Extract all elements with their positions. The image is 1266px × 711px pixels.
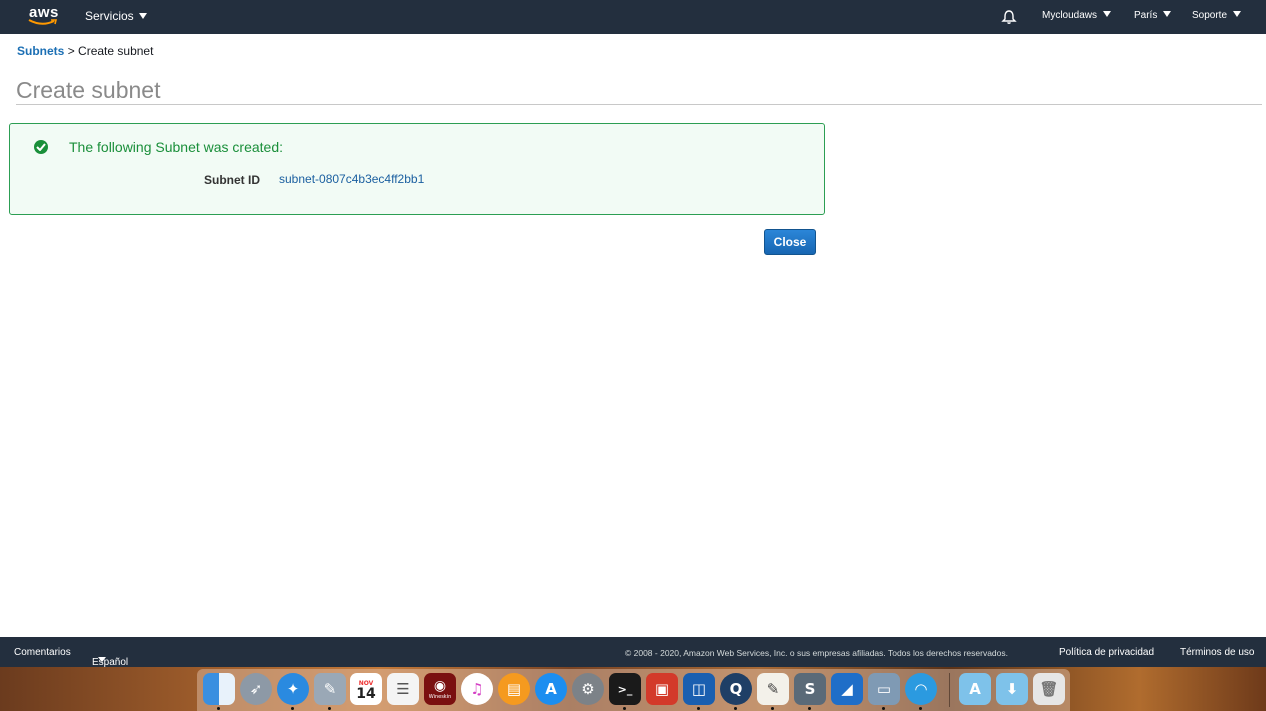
aws-smile-icon bbox=[28, 19, 58, 25]
breadcrumb: Subnets > Create subnet bbox=[17, 44, 153, 58]
chevron-down-icon bbox=[98, 657, 106, 662]
chevron-down-icon bbox=[1233, 11, 1242, 17]
network-utility-icon[interactable]: ◠ bbox=[905, 673, 937, 705]
running-indicator bbox=[734, 707, 737, 710]
trash-icon[interactable]: 🗑 bbox=[1033, 673, 1065, 705]
scrivener-icon[interactable]: S bbox=[794, 673, 826, 705]
itunes-icon[interactable]: ♫ bbox=[461, 673, 493, 705]
safari-icon[interactable]: ✦ bbox=[277, 673, 309, 705]
account-label: Mycloudaws bbox=[1042, 10, 1098, 21]
breadcrumb-current: Create subnet bbox=[78, 44, 154, 58]
wineskin-glyph: ◉ bbox=[433, 678, 447, 694]
top-nav: aws Servicios Mycloudaws París Soporte bbox=[0, 0, 1266, 34]
dock-separator bbox=[949, 673, 950, 707]
aws-logo[interactable]: aws bbox=[28, 3, 60, 29]
system-preferences-icon[interactable]: ⚙ bbox=[572, 673, 604, 705]
parallels-icon[interactable]: ▣ bbox=[646, 673, 678, 705]
support-menu[interactable]: Soporte bbox=[1192, 10, 1242, 21]
subnet-id-link[interactable]: subnet-0807c4b3ec4ff2bb1 bbox=[279, 172, 424, 186]
success-message: The following Subnet was created: bbox=[69, 139, 284, 155]
reminders-icon[interactable]: ☰ bbox=[387, 673, 419, 705]
chevron-down-icon bbox=[1103, 11, 1112, 17]
region-menu[interactable]: París bbox=[1134, 10, 1172, 21]
running-indicator bbox=[771, 707, 774, 710]
terminal-icon[interactable]: >_ bbox=[609, 673, 641, 705]
page-title: Create subnet bbox=[16, 77, 161, 103]
title-divider bbox=[16, 104, 1262, 105]
chevron-down-icon bbox=[1163, 11, 1172, 17]
calendar-icon[interactable]: NOV 14 bbox=[350, 673, 382, 705]
chevron-down-icon bbox=[138, 13, 147, 19]
copyright-text: © 2008 - 2020, Amazon Web Services, Inc.… bbox=[625, 648, 1008, 658]
running-indicator bbox=[919, 707, 922, 710]
running-indicator bbox=[291, 707, 294, 710]
running-indicator bbox=[808, 707, 811, 710]
feedback-link[interactable]: Comentarios bbox=[14, 647, 71, 658]
wineskin-label: Wineskin bbox=[428, 694, 452, 700]
running-indicator bbox=[328, 707, 331, 710]
finder-icon[interactable] bbox=[203, 673, 235, 705]
subnet-id-label: Subnet ID bbox=[204, 173, 260, 187]
terms-link[interactable]: Términos de uso bbox=[1180, 647, 1254, 658]
success-alert: The following Subnet was created: Subnet… bbox=[9, 123, 825, 215]
applications-folder-icon[interactable]: A bbox=[959, 673, 991, 705]
check-circle-icon bbox=[34, 140, 48, 154]
launchpad-icon[interactable]: ➶ bbox=[240, 673, 272, 705]
services-label: Servicios bbox=[85, 9, 134, 23]
wireshark-icon[interactable]: ◢ bbox=[831, 673, 863, 705]
privacy-link[interactable]: Política de privacidad bbox=[1059, 647, 1154, 658]
bell-icon[interactable] bbox=[1001, 9, 1017, 25]
footer: Comentarios Español © 2008 - 2020, Amazo… bbox=[0, 637, 1266, 668]
breadcrumb-subnets-link[interactable]: Subnets bbox=[17, 44, 64, 58]
wineskin-icon[interactable]: ◉ Wineskin bbox=[424, 673, 456, 705]
breadcrumb-separator: > bbox=[67, 44, 75, 58]
services-menu[interactable]: Servicios bbox=[85, 9, 147, 23]
account-menu[interactable]: Mycloudaws bbox=[1042, 10, 1112, 21]
close-button[interactable]: Close bbox=[764, 229, 816, 255]
remote-desktop-icon[interactable]: ◫ bbox=[683, 673, 715, 705]
running-indicator bbox=[697, 707, 700, 710]
downloads-folder-icon[interactable]: ⬇ bbox=[996, 673, 1028, 705]
calendar-day: 14 bbox=[356, 686, 376, 702]
app-store-icon[interactable]: A bbox=[535, 673, 567, 705]
quicktime-icon[interactable]: Q bbox=[720, 673, 752, 705]
running-indicator bbox=[882, 707, 885, 710]
books-icon[interactable]: ▤ bbox=[498, 673, 530, 705]
running-indicator bbox=[217, 707, 220, 710]
preview-icon[interactable]: ✎ bbox=[314, 673, 346, 705]
textedit-icon[interactable]: ✎ bbox=[757, 673, 789, 705]
image-capture-icon[interactable]: ▭ bbox=[868, 673, 900, 705]
region-label: París bbox=[1134, 10, 1158, 21]
support-label: Soporte bbox=[1192, 10, 1228, 21]
running-indicator bbox=[623, 707, 626, 710]
